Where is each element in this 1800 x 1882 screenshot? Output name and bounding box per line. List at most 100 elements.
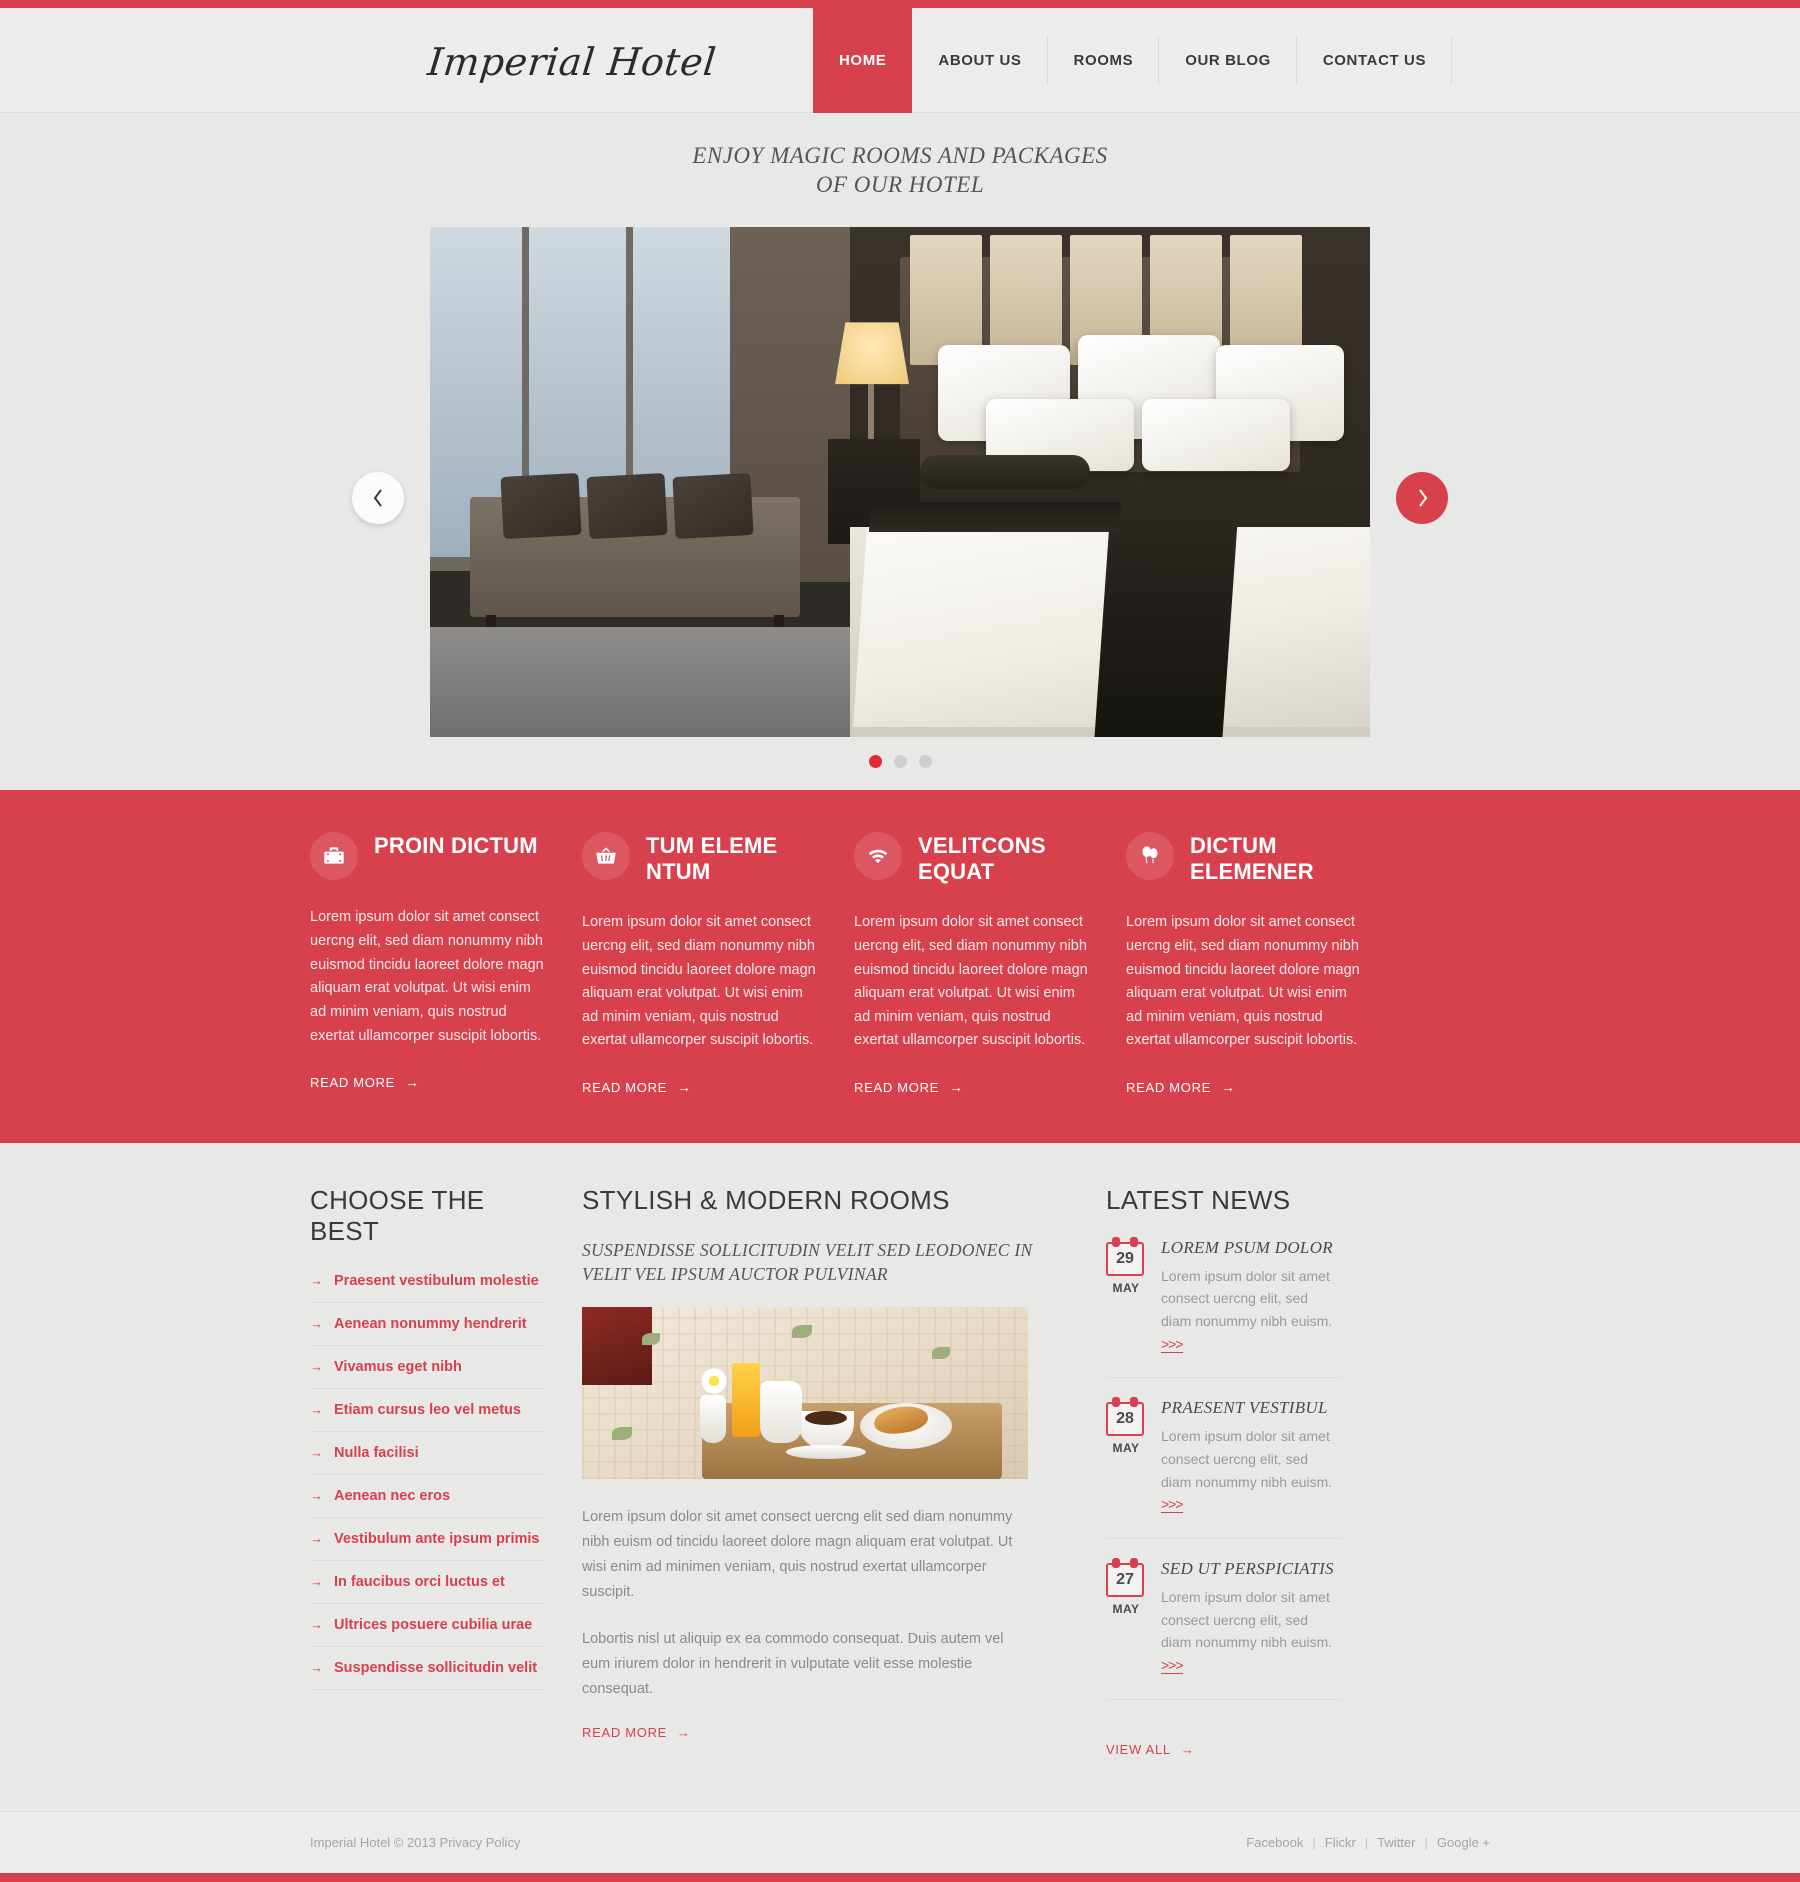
choose-the-best-column: CHOOSE THE BEST → Praesent vestibulum mol… (310, 1185, 546, 1759)
news-more-chevrons[interactable]: >>> (1161, 1496, 1184, 1514)
main-navigation: HOME ABOUT US ROOMS OUR BLOG CONTACT US (813, 8, 1453, 113)
footer-copyright: Imperial Hotel © 2013 Privacy Policy (310, 1835, 521, 1851)
slider-dot-3[interactable] (918, 755, 932, 769)
nav-item-rooms[interactable]: ROOMS (1048, 8, 1160, 113)
hero-tagline: ENJOY MAGIC ROOMS AND PACKAGES OF OUR HO… (0, 113, 1800, 199)
site-footer: Imperial Hotel © 2013 Privacy Policy Fac… (0, 1810, 1800, 1873)
slider-prev-button[interactable] (352, 471, 404, 524)
news-month: MAY (1112, 1441, 1140, 1456)
balloons-icon (1126, 832, 1174, 881)
news-more-chevrons[interactable]: >>> (1161, 1335, 1184, 1353)
nav-item-about-us[interactable]: ABOUT US (912, 8, 1048, 113)
arrow-right-icon: → (310, 1316, 323, 1332)
list-item-label: In faucibus orci luctus et (334, 1573, 505, 1590)
slider-next-button[interactable] (1396, 471, 1448, 524)
choose-the-best-list: → Praesent vestibulum molestie → Aenean no… (310, 1269, 546, 1690)
feature-body: Lorem ipsum dolor sit amet consect uercn… (310, 909, 544, 1044)
list-item-label: Vestibulum ante ipsum primis (334, 1530, 540, 1547)
rooms-column: STYLISH & MODERN ROOMS SUSPENDISSE SOLLI… (582, 1185, 1034, 1759)
tagline-line-2: OF OUR HOTEL (815, 172, 985, 198)
list-item-label: Ultrices posuere cubilia urae (334, 1616, 533, 1633)
list-item[interactable]: → Vivamus eget nibh (310, 1346, 546, 1389)
feature-card-1: PROIN DICTUM Lorem ipsum dolor sit amet … (310, 832, 546, 1096)
breakfast-in-bed-photo (582, 1307, 1028, 1480)
news-text-body: Lorem ipsum dolor sit amet consect uercn… (1161, 1267, 1333, 1329)
slider-dot-1[interactable] (868, 755, 882, 769)
news-title[interactable]: SED UT PERSPICIATIS (1161, 1559, 1342, 1579)
news-item: 27 MAY SED UT PERSPICIATIS Lorem ipsum d… (1106, 1557, 1342, 1700)
list-item[interactable]: → Suspendisse sollicitudin velit (310, 1647, 546, 1690)
view-all-news-link[interactable]: VIEW ALL → (1106, 1742, 1195, 1757)
list-item-label: Suspendisse sollicitudin velit (334, 1659, 538, 1676)
news-day: 29 (1116, 1249, 1134, 1267)
feature-read-more-label: READ MORE (582, 1079, 668, 1095)
news-text: Lorem ipsum dolor sit amet consect uercn… (1161, 1265, 1342, 1356)
arrow-right-icon: → (1180, 1741, 1195, 1757)
nav-item-home[interactable]: HOME (813, 8, 913, 113)
arrow-right-icon: → (405, 1074, 420, 1091)
feature-card-4: DICTUM ELEMENER Lorem ipsum dolor sit am… (1126, 832, 1362, 1096)
list-item[interactable]: → Nulla facilisi (310, 1432, 546, 1475)
nav-item-contact-us[interactable]: CONTACT US (1297, 8, 1453, 113)
feature-body: Lorem ipsum dolor sit amet consect uercn… (854, 914, 1088, 1049)
news-more-chevrons[interactable]: >>> (1161, 1656, 1184, 1674)
footer-link-twitter[interactable]: Twitter (1377, 1835, 1415, 1850)
news-text-body: Lorem ipsum dolor sit amet consect uercn… (1161, 1428, 1333, 1490)
feature-read-more-link[interactable]: READ MORE → (582, 1079, 692, 1095)
arrow-right-icon: → (310, 1617, 323, 1633)
list-item[interactable]: → Aenean nonummy hendrerit (310, 1303, 546, 1346)
feature-title: TUM ELEME NTUM (646, 833, 778, 885)
list-item-label: Nulla facilisi (334, 1444, 419, 1461)
slider-pagination (430, 755, 1370, 769)
feature-read-more-link[interactable]: READ MORE → (310, 1074, 420, 1090)
feature-read-more-link[interactable]: READ MORE → (854, 1079, 964, 1095)
feature-body: Lorem ipsum dolor sit amet consect uercn… (1126, 914, 1360, 1049)
rooms-paragraph-2: Lobortis nisl ut aliquip ex ea commodo c… (582, 1631, 1004, 1697)
feature-read-more-label: READ MORE (854, 1079, 940, 1095)
arrow-right-icon: → (677, 1724, 691, 1740)
news-day: 28 (1116, 1410, 1134, 1428)
calendar-icon: 28 MAY (1106, 1397, 1146, 1516)
news-month: MAY (1112, 1601, 1140, 1616)
arrow-right-icon: → (310, 1445, 323, 1461)
footer-link-google-plus[interactable]: Google + (1437, 1835, 1490, 1850)
feature-title: PROIN DICTUM (374, 833, 538, 859)
news-title[interactable]: PRAESENT VESTIBUL (1161, 1398, 1342, 1418)
list-item[interactable]: → Vestibulum ante ipsum primis (310, 1518, 546, 1561)
news-day: 27 (1116, 1570, 1134, 1588)
news-item: 29 MAY LOREM PSUM DOLOR Lorem ipsum dolo… (1106, 1236, 1342, 1379)
tagline-line-1: ENJOY MAGIC ROOMS AND PACKAGES (692, 143, 1108, 168)
list-item[interactable]: → Etiam cursus leo vel metus (310, 1389, 546, 1432)
news-text-body: Lorem ipsum dolor sit amet consect uercn… (1161, 1588, 1333, 1651)
arrow-right-icon: → (310, 1488, 323, 1504)
list-item[interactable]: → In faucibus orci luctus et (310, 1561, 546, 1604)
nav-item-our-blog[interactable]: OUR BLOG (1159, 8, 1297, 113)
site-header: Imperial Hotel HOME ABOUT US ROOMS OUR B… (0, 8, 1800, 113)
rooms-subtitle: SUSPENDISSE SOLLICITUDIN VELIT SED LEODO… (582, 1239, 1033, 1285)
hero-slide-image (430, 227, 1370, 738)
list-item[interactable]: → Aenean nec eros (310, 1475, 546, 1518)
feature-card-3: VELITCONS EQUAT Lorem ipsum dolor sit am… (854, 832, 1090, 1096)
footer-link-facebook[interactable]: Facebook (1246, 1835, 1303, 1850)
slider-dot-2[interactable] (893, 755, 907, 769)
footer-link-flickr[interactable]: Flickr (1325, 1835, 1356, 1850)
news-month: MAY (1112, 1280, 1140, 1295)
main-content: CHOOSE THE BEST → Praesent vestibulum mol… (310, 1143, 1490, 1759)
news-title[interactable]: LOREM PSUM DOLOR (1161, 1238, 1342, 1258)
list-item[interactable]: → Praesent vestibulum molestie (310, 1269, 546, 1303)
hero-slider (352, 227, 1448, 769)
site-logo[interactable]: Imperial Hotel (426, 40, 719, 84)
arrow-right-icon: → (677, 1079, 692, 1096)
news-item: 28 MAY PRAESENT VESTIBUL Lorem ipsum dol… (1106, 1397, 1342, 1539)
arrow-right-icon: → (949, 1079, 964, 1096)
rooms-read-more-link[interactable]: READ MORE → (582, 1725, 691, 1740)
hotel-room-illustration (430, 227, 1370, 738)
footer-separator: | (1424, 1835, 1428, 1851)
feature-read-more-label: READ MORE (1126, 1079, 1212, 1095)
rooms-read-more-label: READ MORE (582, 1724, 668, 1740)
rooms-paragraph-1: Lorem ipsum dolor sit amet consect uercn… (582, 1509, 1013, 1601)
list-item[interactable]: → Ultrices posuere cubilia urae (310, 1604, 546, 1647)
wifi-icon (854, 832, 902, 881)
feature-read-more-link[interactable]: READ MORE → (1126, 1079, 1236, 1095)
arrow-right-icon: → (310, 1273, 323, 1289)
